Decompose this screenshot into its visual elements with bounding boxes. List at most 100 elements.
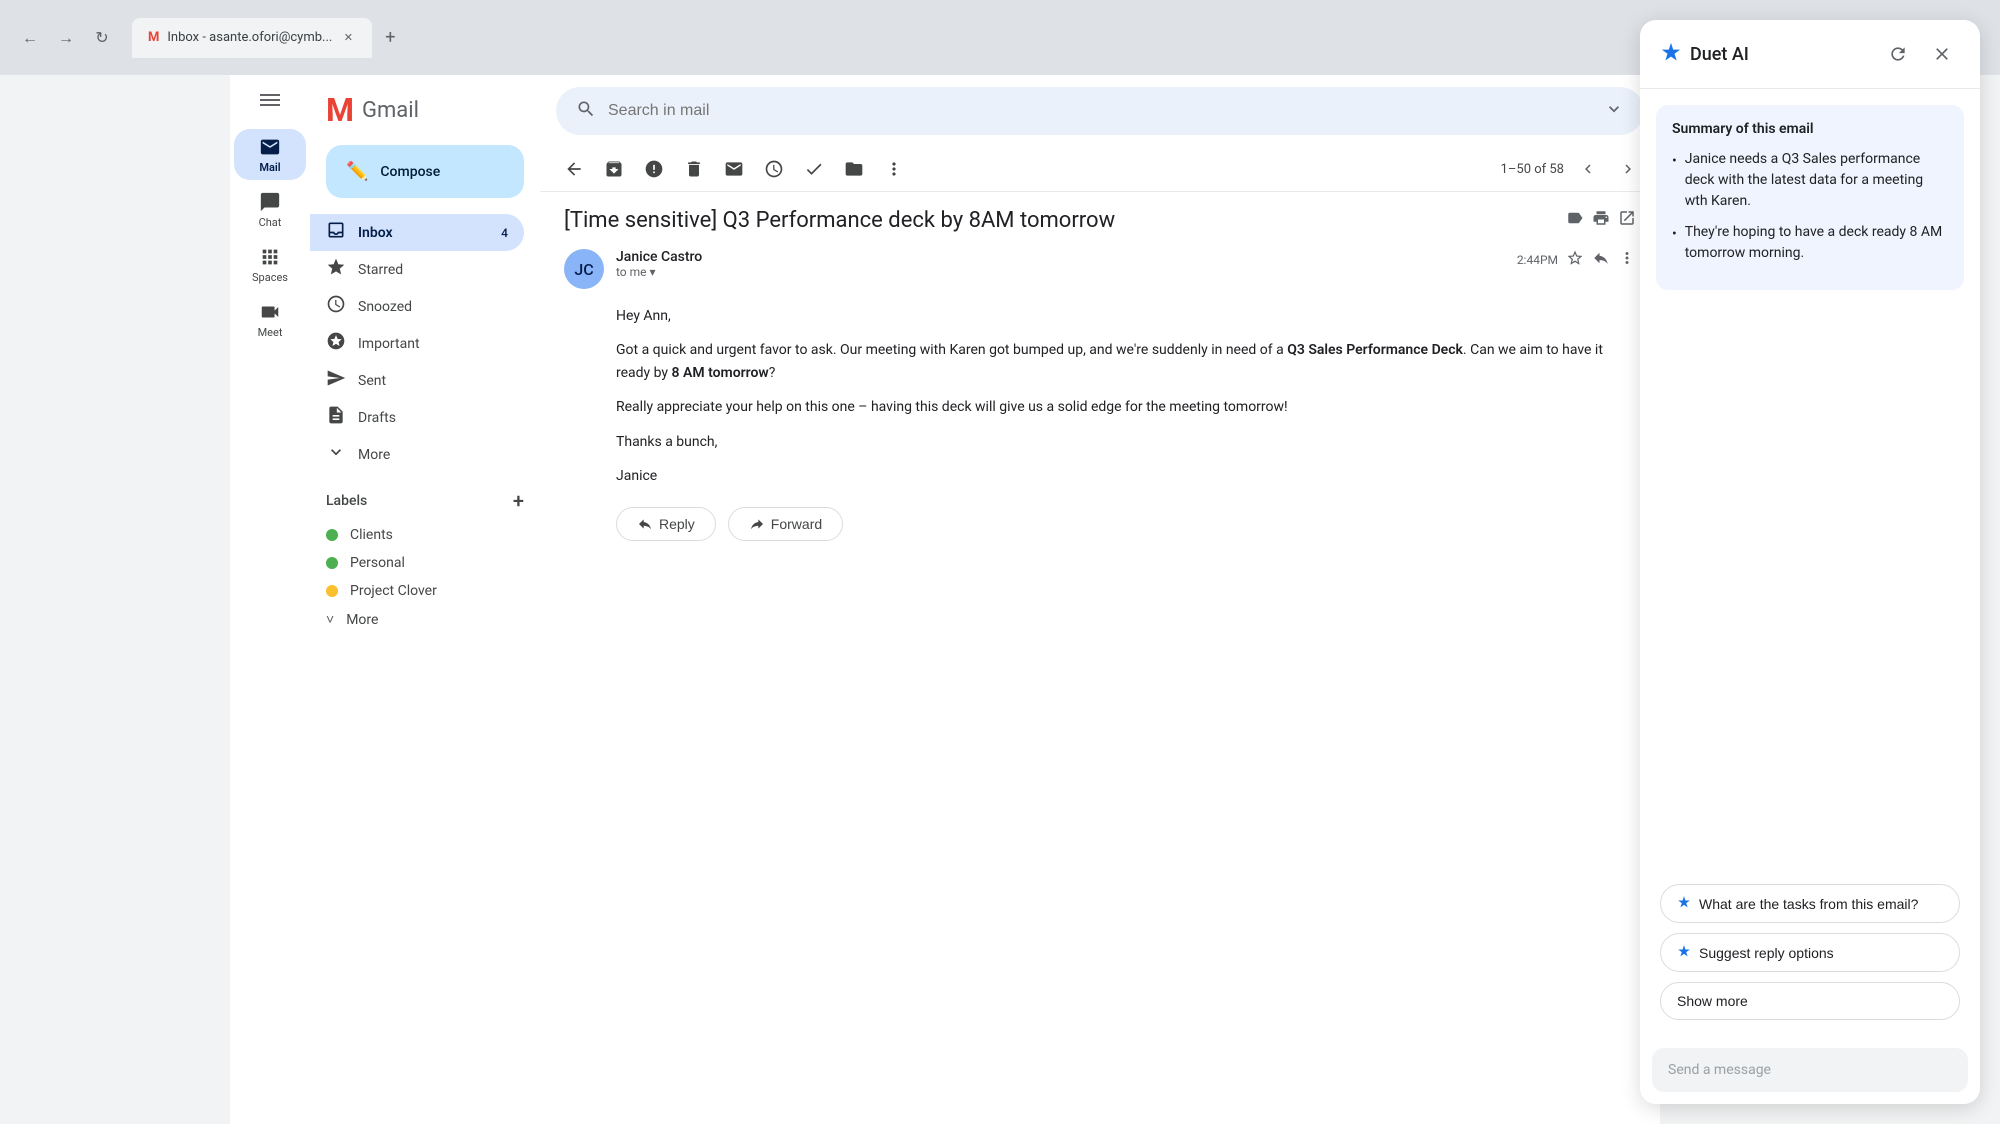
bold-deck: Q3 Sales Performance Deck xyxy=(1287,342,1463,358)
forward-button[interactable]: → xyxy=(52,24,80,52)
gmail-logo-area: M Gmail xyxy=(310,83,540,137)
important-label: Important xyxy=(358,336,508,352)
body-paragraph-2: Really appreciate your help on this one … xyxy=(616,396,1636,418)
spam-button[interactable] xyxy=(636,151,672,187)
message-placeholder: Send a message xyxy=(1668,1062,1771,1078)
sidebar-meet-label: Meet xyxy=(258,326,283,339)
label-icon[interactable] xyxy=(1566,208,1584,233)
new-tab-button[interactable]: + xyxy=(376,24,404,52)
back-button[interactable]: ← xyxy=(16,24,44,52)
labels-section: Labels + Clients Personal Project Clover… xyxy=(310,473,540,642)
label-personal[interactable]: Personal xyxy=(326,549,524,577)
sidebar-item-chat[interactable]: Chat xyxy=(234,184,306,235)
email-header: JC Janice Castro to me ▾ 2:44PM xyxy=(564,249,1636,289)
sidebar-spaces-label: Spaces xyxy=(252,271,288,284)
sidebar-item-spaces[interactable]: Spaces xyxy=(234,239,306,290)
compose-label: Compose xyxy=(380,164,440,180)
browser-nav-controls: ← → ↻ xyxy=(16,24,116,52)
duet-close-button[interactable] xyxy=(1924,36,1960,72)
drafts-label: Drafts xyxy=(358,410,508,426)
label-clients[interactable]: Clients xyxy=(326,521,524,549)
print-icon[interactable] xyxy=(1592,208,1610,233)
nav-item-snoozed[interactable]: Snoozed xyxy=(310,288,524,325)
nav-item-drafts[interactable]: Drafts xyxy=(310,399,524,436)
prev-page-button[interactable] xyxy=(1572,153,1604,185)
more-actions-button[interactable] xyxy=(876,151,912,187)
reply-quick-button[interactable] xyxy=(1592,249,1610,270)
sender-name: Janice Castro xyxy=(616,249,1505,265)
summary-card: Summary of this email • Janice needs a Q… xyxy=(1656,105,1964,290)
star-email-button[interactable] xyxy=(1566,249,1584,270)
add-label-button[interactable]: + xyxy=(513,489,524,513)
nav-item-important[interactable]: Important xyxy=(310,325,524,362)
duet-body: Summary of this email • Janice needs a Q… xyxy=(1640,89,1980,1036)
spaces-icon xyxy=(258,245,282,269)
show-more-label: Show more xyxy=(1677,993,1748,1009)
label-more-text: More xyxy=(346,612,378,628)
forward-label: Forward xyxy=(771,516,822,532)
search-icon xyxy=(576,99,596,124)
label-more-chevron: ˅ xyxy=(326,611,334,628)
hamburger-menu[interactable] xyxy=(260,83,280,125)
sent-icon xyxy=(326,368,346,393)
tab-close-button[interactable]: ✕ xyxy=(340,30,356,46)
reply-button[interactable]: Reply xyxy=(616,507,716,541)
folder-button[interactable] xyxy=(836,151,872,187)
email-button[interactable] xyxy=(716,151,752,187)
tab-title: Inbox - asante.ofori@cymb... xyxy=(167,30,332,45)
archive-button[interactable] xyxy=(596,151,632,187)
duet-message-input[interactable]: Send a message xyxy=(1652,1048,1968,1092)
nav-item-sent[interactable]: Sent xyxy=(310,362,524,399)
subject-icons xyxy=(1566,208,1636,233)
duet-refresh-button[interactable] xyxy=(1880,36,1916,72)
delete-button[interactable] xyxy=(676,151,712,187)
suggest-reply-button[interactable]: Suggest reply options xyxy=(1660,933,1960,972)
pagination-info: 1–50 of 58 xyxy=(1501,153,1644,185)
show-more-button[interactable]: Show more xyxy=(1660,982,1960,1020)
sender-to: to me ▾ xyxy=(616,265,1505,279)
sidebar-mail-label: Mail xyxy=(259,161,280,174)
email-content: [Time sensitive] Q3 Performance deck by … xyxy=(540,192,1660,1124)
nav-item-inbox[interactable]: Inbox 4 xyxy=(310,214,524,251)
sidebar-item-meet[interactable]: Meet xyxy=(234,294,306,345)
snoozed-icon xyxy=(326,294,346,319)
nav-item-more[interactable]: More xyxy=(310,436,524,473)
sidebar: Mail Chat Spaces Meet xyxy=(230,75,310,1124)
body-signature: Janice xyxy=(616,465,1636,487)
forward-button[interactable]: Forward xyxy=(728,507,843,541)
starred-label: Starred xyxy=(358,262,508,278)
sender-avatar: JC xyxy=(564,249,604,289)
tasks-label: What are the tasks from this email? xyxy=(1699,896,1918,912)
done-button[interactable] xyxy=(796,151,832,187)
search-filter-button[interactable] xyxy=(1604,99,1624,124)
label-project-clover-dot xyxy=(326,585,338,597)
label-more[interactable]: ˅ More xyxy=(326,605,524,634)
compose-button[interactable]: ✏️ Compose xyxy=(326,145,524,198)
more-label: More xyxy=(358,447,508,463)
pagination-text: 1–50 of 58 xyxy=(1501,162,1564,177)
tasks-from-email-button[interactable]: What are the tasks from this email? xyxy=(1660,884,1960,923)
duet-spacer xyxy=(1656,306,1964,868)
back-to-inbox-button[interactable] xyxy=(556,151,592,187)
refresh-button[interactable]: ↻ xyxy=(88,24,116,52)
search-input[interactable] xyxy=(608,102,1592,120)
open-in-new-icon[interactable] xyxy=(1618,208,1636,233)
nav-item-starred[interactable]: Starred xyxy=(310,251,524,288)
suggest-reply-label: Suggest reply options xyxy=(1699,945,1834,961)
label-personal-dot xyxy=(326,557,338,569)
bullet-1-dot: • xyxy=(1672,151,1677,212)
label-clients-text: Clients xyxy=(350,527,393,543)
more-email-button[interactable] xyxy=(1618,249,1636,270)
snooze-button[interactable] xyxy=(756,151,792,187)
greeting: Hey Ann, xyxy=(616,305,1636,327)
active-tab[interactable]: M Inbox - asante.ofori@cymb... ✕ xyxy=(132,18,372,58)
sidebar-item-mail[interactable]: Mail xyxy=(234,129,306,180)
to-text: to me xyxy=(616,265,647,279)
to-chevron[interactable]: ▾ xyxy=(650,265,656,279)
search-bar[interactable] xyxy=(556,87,1644,135)
email-time-area: 2:44PM xyxy=(1517,249,1636,270)
label-project-clover[interactable]: Project Clover xyxy=(326,577,524,605)
label-personal-text: Personal xyxy=(350,555,405,571)
bullet-2-text: They're hoping to have a deck ready 8 AM… xyxy=(1685,222,1948,264)
mail-icon xyxy=(258,135,282,159)
